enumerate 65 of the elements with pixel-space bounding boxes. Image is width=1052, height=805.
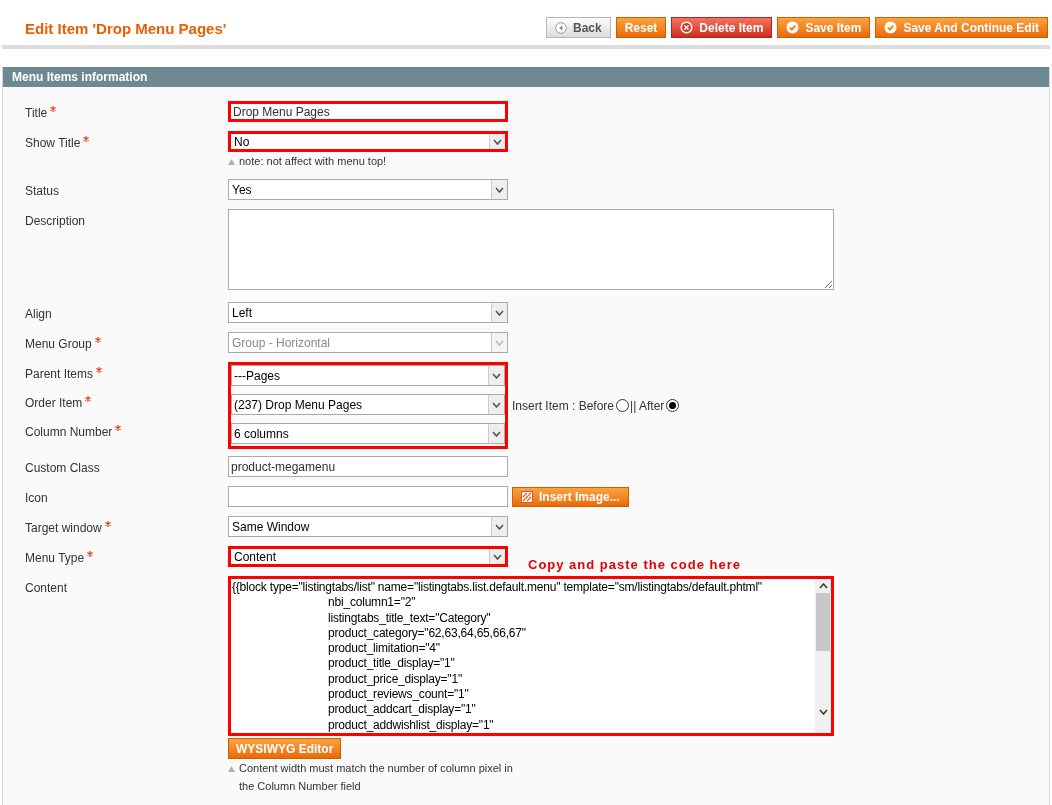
field-label: Description — [24, 213, 87, 230]
field-note: note: not affect with menu top! — [239, 154, 387, 169]
code-line: product_reviews_count="1" — [327, 687, 470, 703]
dropdown[interactable]: 6 columns — [231, 423, 505, 444]
text-field[interactable]: product-megamenu — [228, 456, 508, 477]
required-asterisk-icon — [85, 396, 92, 402]
field-label: Target window — [23, 519, 228, 537]
code-line: nbi_column1="2" — [327, 595, 417, 611]
field-label: Align — [24, 306, 53, 323]
code-line: product_addwishlist_display="1" — [327, 717, 495, 733]
icon-field[interactable] — [228, 486, 508, 507]
dropdown[interactable]: Same Window — [228, 516, 508, 537]
code-line: product_addcart_display="1" — [327, 702, 477, 718]
code-line: product_limitation="4" — [327, 641, 441, 657]
radio-label: || After — [630, 397, 665, 415]
field-label: Column Number — [23, 423, 228, 441]
dropdown[interactable]: No — [228, 131, 508, 152]
field-label: Menu Group — [23, 335, 228, 353]
triangle-icon — [228, 766, 235, 772]
close-icon — [680, 21, 694, 34]
required-asterisk-icon — [104, 521, 111, 527]
dropdown[interactable]: Left — [228, 302, 508, 323]
field-label: Icon — [24, 490, 49, 507]
field-note: Content width must match the number of column pixel in the Column Number field — [239, 761, 514, 794]
delete-button[interactable]: Delete Item — [671, 17, 773, 38]
code-editor[interactable] — [228, 576, 834, 736]
required-asterisk-icon — [94, 337, 101, 343]
field-label: Parent Items — [23, 365, 228, 383]
radio-label: Insert Item : Before — [512, 397, 615, 415]
code-line: listingtabs_title_text="Category" — [327, 610, 492, 626]
field-label: Show Title — [23, 134, 228, 152]
field-label: Status — [24, 183, 61, 200]
dropdown[interactable]: Content — [228, 546, 508, 567]
radio-button[interactable] — [666, 399, 680, 412]
annotation-text: Copy and paste the code here — [528, 556, 741, 574]
radio-button[interactable] — [616, 399, 630, 412]
field-label: Custom Class — [24, 460, 101, 477]
dropdown[interactable]: Yes — [228, 179, 508, 200]
scroll-up-icon[interactable] — [818, 583, 828, 589]
scrollbar[interactable] — [815, 579, 831, 733]
description-field[interactable] — [228, 209, 834, 290]
code-line: product_title_display="1" — [327, 656, 456, 672]
required-asterisk-icon — [50, 106, 57, 112]
required-asterisk-icon — [87, 551, 94, 557]
field-label: Content — [24, 580, 69, 597]
required-asterisk-icon — [83, 136, 90, 142]
scroll-down-icon[interactable] — [818, 709, 828, 715]
required-asterisk-icon — [115, 425, 122, 431]
required-asterisk-icon — [96, 367, 103, 373]
back-button[interactable]: Back — [546, 17, 611, 38]
check-icon — [884, 21, 898, 34]
code-line: {{block type="listingtabs/list" name="listingtabs.list.default.menu" template="sm/listingtabs/default.phtml" — [232, 580, 763, 596]
dropdown[interactable]: (237) Drop Menu Pages — [231, 394, 505, 415]
field-label: Title — [23, 104, 228, 122]
dropdown[interactable]: ---Pages — [231, 365, 505, 386]
image-icon — [521, 490, 533, 503]
text-field[interactable]: Drop Menu Pages — [228, 101, 508, 122]
code-line: product_category="62,63,64,65,66,67" — [327, 625, 527, 642]
page-title: Edit Item 'Drop Menu Pages' — [25, 18, 227, 39]
code-line: product_price_display="1" — [327, 671, 463, 688]
triangle-icon — [228, 159, 235, 165]
field-label: Order Item — [23, 394, 228, 412]
section-header: Menu Items information — [3, 67, 1049, 87]
field-label: Menu Type — [23, 549, 228, 567]
check-icon — [786, 21, 800, 34]
